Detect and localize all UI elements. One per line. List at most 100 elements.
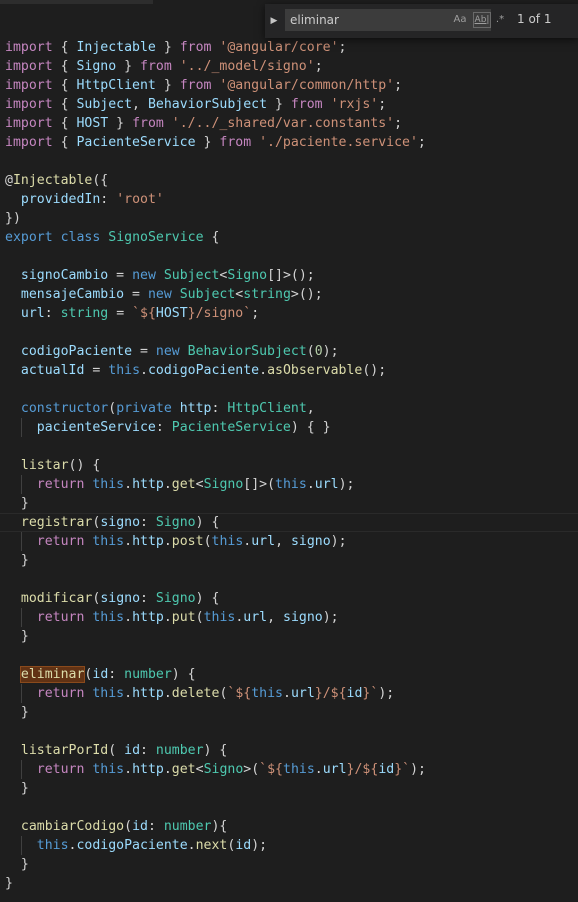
code-line[interactable]: return this.http.get<Signo>(`${this.url}… xyxy=(0,760,578,779)
code-token: cambiarCodigo xyxy=(20,819,125,834)
code-token: './../_shared/var.constants' xyxy=(171,116,395,131)
find-input[interactable] xyxy=(290,10,446,30)
code-line[interactable] xyxy=(0,152,578,171)
code-token: . xyxy=(163,534,172,549)
code-line[interactable]: } xyxy=(0,703,578,722)
code-line[interactable] xyxy=(0,323,578,342)
code-line[interactable]: pacienteService: PacienteService) { } xyxy=(0,418,578,437)
code-line[interactable]: } xyxy=(0,779,578,798)
code-token: post xyxy=(171,534,204,549)
code-line[interactable] xyxy=(0,247,578,266)
toggle-replace-chevron-icon[interactable]: ▶ xyxy=(267,4,281,38)
code-token: } xyxy=(5,857,29,872)
code-token: this xyxy=(251,686,283,701)
code-token: url xyxy=(322,762,347,777)
code-line[interactable] xyxy=(0,798,578,817)
code-token: ); xyxy=(251,838,268,853)
code-token: return xyxy=(36,686,85,701)
code-line[interactable]: } xyxy=(0,551,578,570)
code-line[interactable]: export class SignoService { xyxy=(0,228,578,247)
code-line[interactable]: eliminar(id: number) { xyxy=(0,665,578,684)
code-line[interactable]: } xyxy=(0,855,578,874)
code-token: ; xyxy=(314,59,323,74)
code-token: ; xyxy=(378,97,387,112)
code-token: codigoPaciente xyxy=(147,363,260,378)
code-line[interactable]: url: string = `${HOST}/signo`; xyxy=(0,304,578,323)
code-line[interactable]: registrar(signo: Signo) { xyxy=(0,513,578,532)
use-regex-toggle[interactable]: .* xyxy=(493,12,507,28)
code-token: pacienteService xyxy=(36,420,156,435)
code-line[interactable]: return this.http.get<Signo[]>(this.url); xyxy=(0,475,578,494)
indent-guide xyxy=(20,684,22,703)
code-line[interactable]: import { Injectable } from '@angular/cor… xyxy=(0,38,578,57)
code-line[interactable]: import { Signo } from '../_model/signo'; xyxy=(0,57,578,76)
code-token: BehaviorSubject xyxy=(147,97,268,112)
code-token: this xyxy=(283,762,315,777)
code-token: . xyxy=(124,686,133,701)
code-line[interactable]: signoCambio = new Subject<Signo[]>(); xyxy=(0,266,578,285)
code-line[interactable]: codigoPaciente = new BehaviorSubject(0); xyxy=(0,342,578,361)
code-token: Subject xyxy=(179,287,236,302)
code-editor[interactable]: import { Injectable } from '@angular/cor… xyxy=(0,38,578,902)
code-line[interactable]: import { Subject, BehaviorSubject } from… xyxy=(0,95,578,114)
code-line[interactable] xyxy=(0,437,578,456)
code-line[interactable]: cambiarCodigo(id: number){ xyxy=(0,817,578,836)
match-case-toggle[interactable]: Aa xyxy=(452,12,468,28)
code-token: http xyxy=(132,686,164,701)
code-line[interactable]: actualId = this.codigoPaciente.asObserva… xyxy=(0,361,578,380)
code-token: : xyxy=(100,192,117,207)
find-input-box[interactable]: Aa Ab| .* xyxy=(285,9,504,31)
code-token: signoCambio xyxy=(20,268,109,283)
code-token: string xyxy=(243,287,291,302)
code-line[interactable]: listar() { xyxy=(0,456,578,475)
code-line[interactable]: return this.http.post(this.url, signo); xyxy=(0,532,578,551)
code-line[interactable]: import { PacienteService } from './pacie… xyxy=(0,133,578,152)
code-line[interactable]: modificar(signo: Signo) { xyxy=(0,589,578,608)
code-token: from xyxy=(140,59,172,74)
code-line[interactable]: listarPorId( id: number) { xyxy=(0,741,578,760)
code-token: from xyxy=(290,97,323,112)
match-whole-word-toggle[interactable]: Ab| xyxy=(473,12,491,28)
code-token: ){ xyxy=(211,819,228,834)
code-token: `${ xyxy=(227,686,252,701)
code-line[interactable] xyxy=(0,570,578,589)
code-line[interactable]: return this.http.delete(`${this.url}/${i… xyxy=(0,684,578,703)
code-token: this xyxy=(108,363,141,378)
code-line[interactable]: providedIn: 'root' xyxy=(0,190,578,209)
code-line[interactable]: } xyxy=(0,494,578,513)
code-line[interactable]: @Injectable({ xyxy=(0,171,578,190)
code-line[interactable] xyxy=(0,380,578,399)
code-token: : xyxy=(155,420,172,435)
code-line[interactable] xyxy=(0,722,578,741)
code-token: ( xyxy=(108,401,117,416)
code-line[interactable]: }) xyxy=(0,209,578,228)
code-token: ; xyxy=(394,116,403,131)
code-line[interactable]: } xyxy=(0,627,578,646)
code-line[interactable]: import { HttpClient } from '@angular/com… xyxy=(0,76,578,95)
code-line[interactable]: return this.http.put(this.url, signo); xyxy=(0,608,578,627)
code-token: HttpClient xyxy=(227,401,307,416)
code-token: . xyxy=(140,363,148,378)
code-token: @ xyxy=(5,173,13,188)
code-token: Signo xyxy=(155,591,196,606)
code-token: constructor xyxy=(20,401,109,416)
code-token: id xyxy=(346,686,363,701)
code-token: url xyxy=(243,610,268,625)
code-token: : xyxy=(108,667,125,682)
code-token: import xyxy=(5,116,53,131)
code-token: this xyxy=(211,534,244,549)
code-line[interactable]: } xyxy=(0,874,578,893)
code-line[interactable] xyxy=(0,646,578,665)
code-token: '@angular/core' xyxy=(219,40,339,55)
code-line[interactable]: import { HOST } from './../_shared/var.c… xyxy=(0,114,578,133)
code-line[interactable]: constructor(private http: HttpClient, xyxy=(0,399,578,418)
code-token: (); xyxy=(362,363,387,378)
find-result-count: 1 of 1 xyxy=(517,12,552,26)
code-line[interactable]: mensajeCambio = new Subject<string>(); xyxy=(0,285,578,304)
code-token: . xyxy=(163,610,172,625)
code-line[interactable]: this.codigoPaciente.next(id); xyxy=(0,836,578,855)
code-token: from xyxy=(179,40,212,55)
code-token: import xyxy=(5,135,53,150)
